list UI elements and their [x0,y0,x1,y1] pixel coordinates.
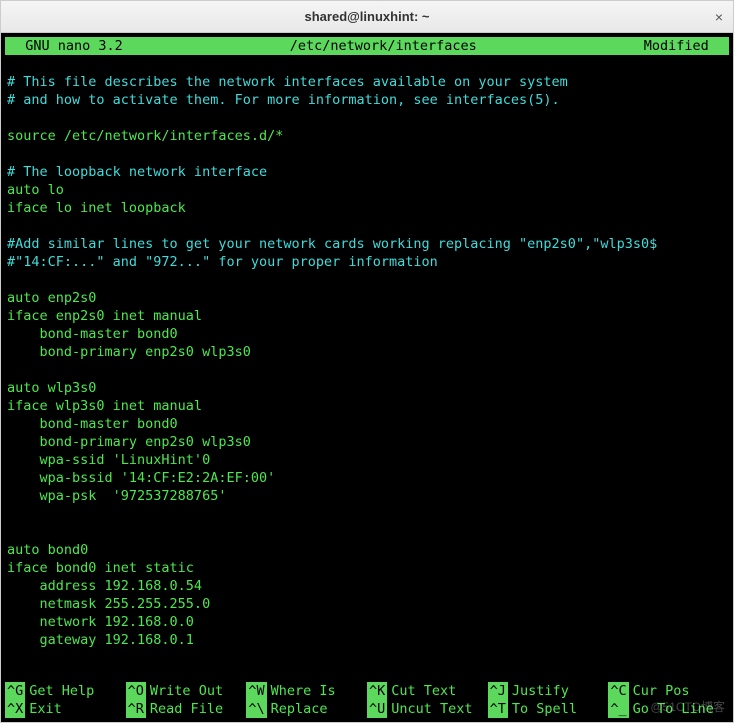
shortcut-key: ^_ [608,700,628,718]
editor-content[interactable]: # This file describes the network interf… [5,55,729,682]
editor-line: wpa-ssid 'LinuxHint'0 [7,451,727,469]
terminal-area[interactable]: GNU nano 3.2 /etc/network/interfaces Mod… [1,33,733,722]
shortcut-label: Read File [150,700,223,718]
shortcut-key: ^T [488,700,508,718]
shortcut-item[interactable]: ^C Cur Pos [608,682,729,700]
nano-app-name: GNU nano 3.2 [9,37,123,55]
shortcut-item[interactable]: ^KCut Text [367,682,488,700]
shortcut-label: Cut Text [391,682,456,700]
shortcut-item[interactable]: ^W Where Is [246,682,367,700]
editor-line: auto wlp3s0 [7,379,727,397]
nano-status: Modified [644,37,725,55]
editor-line [7,523,727,541]
editor-line: iface enp2s0 inet manual [7,307,727,325]
terminal-window: shared@linuxhint: ~ × GNU nano 3.2 /etc/… [0,0,734,723]
shortcut-key: ^J [488,682,508,700]
shortcut-key: ^R [126,700,146,718]
shortcut-label: Exit [29,700,62,718]
nano-header: GNU nano 3.2 /etc/network/interfaces Mod… [5,37,729,55]
editor-line: #Add similar lines to get your network c… [7,235,727,253]
editor-line: network 192.168.0.0 [7,613,727,631]
editor-line [7,667,727,682]
shortcut-item[interactable]: ^JJustify [488,682,609,700]
editor-line: wpa-psk '972537288765' [7,487,727,505]
shortcut-item[interactable]: ^RRead File [126,700,247,718]
editor-line: iface wlp3s0 inet manual [7,397,727,415]
editor-line: auto enp2s0 [7,289,727,307]
editor-line [7,55,727,73]
editor-line [7,217,727,235]
shortcut-item[interactable]: ^UUncut Text [367,700,488,718]
nano-shortcuts: ^GGet Help^OWrite Out^WWhere Is^KCut Tex… [5,682,729,718]
editor-line [7,649,727,667]
editor-line [7,271,727,289]
shortcut-label: Write Out [150,682,223,700]
shortcut-item[interactable]: ^XExit [5,700,126,718]
shortcut-item[interactable]: ^_ Go To Line [608,700,729,718]
editor-line: # This file describes the network interf… [7,73,727,91]
editor-line: # The loopback network interface [7,163,727,181]
shortcut-label: Where Is [271,682,336,700]
editor-line [7,109,727,127]
editor-line: iface bond0 inet static [7,559,727,577]
editor-line: source /etc/network/interfaces.d/* [7,127,727,145]
shortcut-key: ^\ [246,700,266,718]
shortcut-label: Cur Pos [633,682,690,700]
shortcut-label: To Spell [512,700,577,718]
editor-line [7,145,727,163]
shortcut-key: ^X [5,700,25,718]
editor-line: # and how to activate them. For more inf… [7,91,727,109]
shortcut-key: ^K [367,682,387,700]
window-title: shared@linuxhint: ~ [305,9,430,24]
editor-line: auto lo [7,181,727,199]
shortcut-item[interactable]: ^\ Replace [246,700,367,718]
close-icon[interactable]: × [715,9,723,25]
editor-line: iface lo inet loopback [7,199,727,217]
editor-line: gateway 192.168.0.1 [7,631,727,649]
shortcut-key: ^C [608,682,628,700]
shortcut-label: Replace [271,700,328,718]
editor-line [7,505,727,523]
shortcut-key: ^O [126,682,146,700]
shortcut-item[interactable]: ^OWrite Out [126,682,247,700]
shortcut-item[interactable]: ^GGet Help [5,682,126,700]
editor-line: bond-primary enp2s0 wlp3s0 [7,343,727,361]
editor-line: address 192.168.0.54 [7,577,727,595]
editor-line [7,361,727,379]
shortcut-label: Go To Line [633,700,714,718]
shortcut-label: Justify [512,682,569,700]
shortcut-label: Get Help [29,682,94,700]
editor-line: #"14:CF:..." and "972..." for your prope… [7,253,727,271]
shortcut-label: Uncut Text [391,700,472,718]
shortcut-item[interactable]: ^TTo Spell [488,700,609,718]
editor-line: bond-master bond0 [7,325,727,343]
editor-line: bond-master bond0 [7,415,727,433]
editor-line: bond-primary enp2s0 wlp3s0 [7,433,727,451]
shortcut-key: ^U [367,700,387,718]
shortcut-key: ^G [5,682,25,700]
editor-line: auto bond0 [7,541,727,559]
shortcut-key: ^W [246,682,266,700]
editor-line: netmask 255.255.255.0 [7,595,727,613]
window-titlebar[interactable]: shared@linuxhint: ~ × [1,1,733,33]
nano-file-path: /etc/network/interfaces [123,37,644,55]
editor-line: wpa-bssid '14:CF:E2:2A:EF:00' [7,469,727,487]
